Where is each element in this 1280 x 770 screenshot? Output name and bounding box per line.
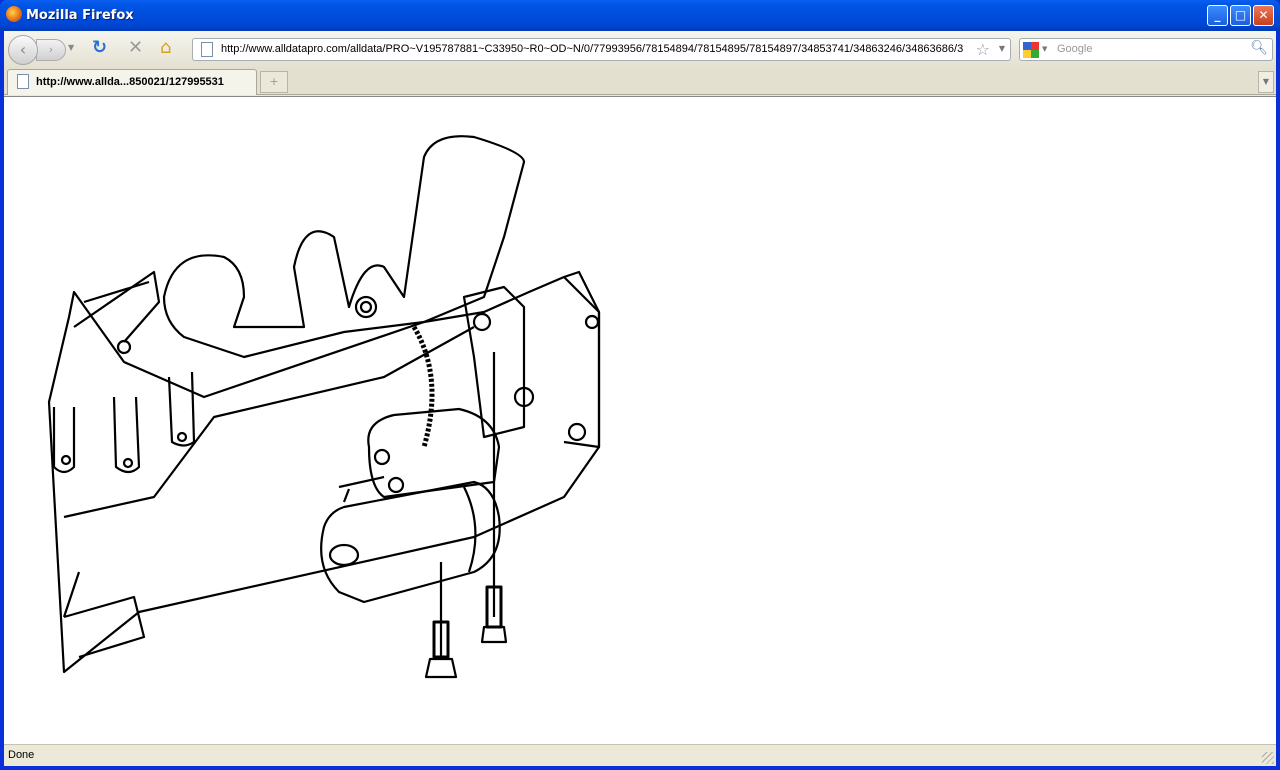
resize-grip[interactable] [1262,752,1274,764]
search-box[interactable]: ▼ Google 🔍︎ [1019,38,1273,61]
page-icon [201,42,213,57]
url-text[interactable]: http://www.alldatapro.com/alldata/PRO~V1… [221,43,969,55]
url-dropdown-icon[interactable]: ▼ [999,44,1005,53]
page-content [4,96,1276,744]
tab-bar: http://www.allda...850021/127995531 + ▼ [4,67,1276,95]
search-icon[interactable]: 🔍︎ [1250,40,1268,56]
reload-icon[interactable]: ↻ [92,38,107,58]
starter-motor-diagram [47,135,601,679]
window-title: Mozilla Firefox [26,8,134,23]
maximize-button[interactable]: □ [1230,5,1251,26]
back-button[interactable]: ‹ [8,35,38,65]
history-dropdown-icon[interactable]: ▼ [68,43,74,52]
tab-label: http://www.allda...850021/127995531 [36,76,224,88]
home-icon[interactable]: ⌂ [160,38,171,58]
status-text: Done [8,749,35,761]
stop-icon[interactable]: ✕ [128,38,143,58]
forward-button[interactable]: › [36,39,66,61]
firefox-logo-icon [6,6,22,22]
page-icon [17,74,29,89]
engine-dropdown-icon[interactable]: ▼ [1042,45,1047,53]
new-tab-button[interactable]: + [260,71,288,93]
bookmark-star-icon[interactable]: ☆ [976,40,990,59]
close-button[interactable]: ✕ [1253,5,1274,26]
title-bar: Mozilla Firefox _ □ ✕ [0,0,1280,31]
navigation-toolbar: › ‹ ▼ ↻ ✕ ⌂ http://www.alldatapro.com/al… [4,31,1276,67]
search-input[interactable]: Google [1057,43,1092,55]
tab-active[interactable]: http://www.allda...850021/127995531 [7,69,257,95]
url-bar[interactable]: http://www.alldatapro.com/alldata/PRO~V1… [192,38,1011,61]
status-bar: Done [4,744,1276,766]
tab-list-button[interactable]: ▼ [1258,71,1274,93]
google-engine-icon[interactable] [1023,42,1039,58]
minimize-button[interactable]: _ [1207,5,1228,26]
